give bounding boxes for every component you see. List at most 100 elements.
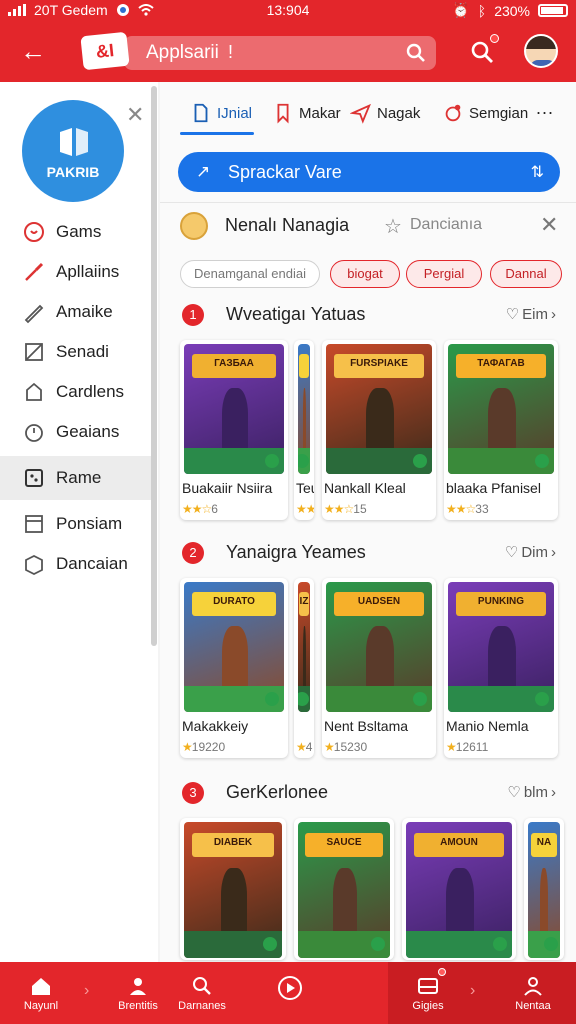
star-icon[interactable]: ☆	[384, 214, 402, 239]
alert-icon	[445, 104, 461, 122]
game-rating: ★★☆15	[324, 502, 367, 516]
section-more-link[interactable]: ♡ Dim ›	[505, 543, 556, 562]
sidebar-scrollbar[interactable]	[151, 86, 157, 646]
section-more-label: Eim	[522, 305, 548, 323]
cover-title: ТАФАГАВ	[456, 354, 546, 378]
section-more-link[interactable]: ♡ Eim ›	[505, 305, 556, 324]
filter-chip[interactable]: Dannal	[490, 260, 562, 288]
game-cover-art[interactable]: PUNKING	[448, 582, 554, 712]
rating-badge-icon	[534, 691, 549, 706]
tab-ijnial[interactable]: IJnial	[190, 102, 252, 124]
swap-icon: ⇅	[530, 164, 544, 181]
sidebar-item-senadi[interactable]: Senadi	[0, 332, 152, 372]
rating-badge-icon	[412, 691, 427, 706]
game-card[interactable]: Teu ★★	[294, 340, 314, 520]
cover-title: FURSPIAKE	[334, 354, 424, 378]
game-card[interactable]: DURATO Makakkeiy ★19220	[180, 578, 288, 758]
sidebar-item-amaike[interactable]: Amaike	[0, 292, 152, 332]
sidebar-item-cardlens[interactable]: Cardlens	[0, 372, 152, 412]
bottom-nav-brentitis[interactable]: Brentitis	[108, 962, 168, 1024]
search-icon[interactable]	[406, 43, 426, 63]
sidebar-item-gams[interactable]: Gams	[0, 212, 152, 252]
game-card[interactable]: FURSPIAKE Nankall Kleal ★★☆15	[322, 340, 436, 520]
game-cover-art[interactable]: DURATO	[184, 582, 284, 712]
bottom-nav-gigies[interactable]: Gigies	[398, 962, 458, 1024]
filter-chip[interactable]: biogat	[330, 260, 400, 288]
game-card[interactable]: ГАЗБАА Buakaiir Nsiira ★★☆6	[180, 340, 288, 520]
brush-icon	[25, 262, 44, 281]
close-icon[interactable]: ✕	[540, 212, 558, 238]
sidebar-item-label: Geaians	[56, 422, 120, 441]
game-cover-art[interactable]: IZ	[298, 582, 310, 712]
game-section: 1 Wveatigaı Yatuas ♡ Eim › ГАЗБАА Buakaiir Nsi…	[160, 300, 576, 526]
sidebar-item-rame[interactable]: Rame	[0, 456, 152, 500]
game-card[interactable]: NA	[524, 818, 564, 960]
rating-badge-icon	[265, 691, 279, 706]
tab-bar: ... IJnial Makar Nagak Semgian	[160, 88, 576, 136]
game-rating: ★4	[296, 740, 312, 754]
more-icon[interactable]: ...	[536, 98, 554, 119]
tab-semgian[interactable]: Semgian	[442, 102, 528, 124]
bottom-nav-label: Darnanes	[178, 1000, 226, 1012]
rating-count: 12611	[455, 740, 489, 754]
bottom-nav: › › Nayunl Brentitis Darnanes Gigies Nentaa	[0, 962, 576, 1024]
game-card[interactable]: PUNKING Manio Nemla ★12611	[444, 578, 558, 758]
sidebar-item-geaians[interactable]: Geaians	[0, 412, 152, 452]
game-card[interactable]: UADSEN Nent Bsltama ★15230	[322, 578, 436, 758]
rating-badge-icon	[412, 453, 427, 468]
window-icon	[25, 515, 43, 533]
bottom-nav-nentaa[interactable]: Nentaa	[502, 962, 564, 1024]
sidebar-item-label: Cardlens	[56, 382, 125, 401]
profile-icon	[524, 977, 542, 996]
close-icon[interactable]: ✕	[126, 102, 144, 128]
filter-chip[interactable]: Denamganal endiai	[180, 260, 320, 288]
sidebar-item-apllaiins[interactable]: Apllaiins	[0, 252, 152, 292]
heart-icon: ♡	[505, 306, 520, 323]
search-mark: !	[228, 42, 234, 62]
game-card[interactable]: DIABEK	[180, 818, 286, 960]
sidebar-item-ponsiam[interactable]: Ponsiam	[0, 504, 152, 544]
tab-nagak[interactable]: Nagak	[350, 102, 420, 124]
back-arrow-icon[interactable]: ←	[20, 36, 46, 66]
game-card[interactable]: SAUCE	[294, 818, 394, 960]
identity-name: Nenalı Nanagia	[225, 215, 350, 235]
tab-label: IJnial	[217, 104, 253, 122]
search-text[interactable]: Applsarii	[146, 42, 219, 64]
bottom-nav-label: Nayunl	[23, 1000, 59, 1012]
sidebar: PAKRIB ✕ Gams Apllaiins Amaike Senadi Cardle…	[0, 82, 158, 962]
filter-chip[interactable]: Pergial	[406, 260, 482, 288]
sidebar-item-dancaian[interactable]: Dancaian	[0, 544, 152, 584]
game-card[interactable]: AMOUN	[402, 818, 516, 960]
game-card[interactable]: IZ ★4	[294, 578, 314, 758]
bottom-nav-play[interactable]	[262, 962, 318, 1024]
search-icon[interactable]	[470, 40, 494, 64]
bottom-nav-darnanes[interactable]: Darnanes	[172, 962, 232, 1024]
avatar[interactable]	[180, 212, 208, 240]
game-cover-art[interactable]: SAUCE	[298, 822, 390, 958]
game-cover-art[interactable]: ТАФАГАВ	[448, 344, 554, 474]
tray-icon	[418, 978, 438, 994]
search-bar[interactable]: Applsarii !	[124, 36, 436, 70]
section-more-link[interactable]: ♡ blm ›	[507, 783, 556, 802]
game-title: Teu	[296, 480, 314, 496]
game-cover-art[interactable]: NA	[528, 822, 560, 958]
game-cover-art[interactable]: FURSPIAKE	[326, 344, 432, 474]
game-cover-art[interactable]: UADSEN	[326, 582, 432, 712]
game-cover-art[interactable]	[298, 344, 310, 474]
sidebar-item-label: Senadi	[56, 342, 109, 361]
brand-badge[interactable]: PAKRIB	[22, 100, 124, 202]
game-cover-art[interactable]: DIABEK	[184, 822, 282, 958]
dice-icon	[25, 469, 43, 487]
bookmark-icon	[277, 103, 289, 124]
game-cover-art[interactable]: ГАЗБАА	[184, 344, 284, 474]
avatar[interactable]	[524, 34, 558, 68]
status-bar: 20T Gedem 13:904 ⏰ ᛒ 230%	[0, 0, 576, 22]
bottom-nav-label: Nentaa	[515, 1000, 551, 1012]
tab-makar[interactable]: Makar	[272, 102, 341, 124]
game-card[interactable]: ТАФАГАВ blaaka Pfanisel ★★☆33	[444, 340, 558, 520]
game-section: 2 Yanaigra Yeames ♡ Dim › DURATO Makakkeiy ★192…	[160, 538, 576, 764]
game-cover-art[interactable]: AMOUN	[406, 822, 512, 958]
bottom-nav-nayunl[interactable]: Nayunl	[12, 962, 70, 1024]
person-icon	[130, 978, 146, 995]
promo-button[interactable]: ↗ Sprackar Vare ⇅	[178, 152, 560, 192]
